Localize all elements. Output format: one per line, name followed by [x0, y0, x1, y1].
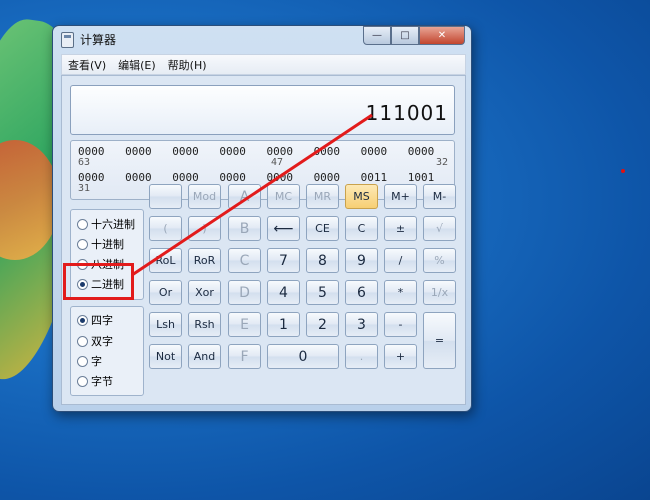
annotation-arrow: [131, 113, 373, 277]
annotation-line: [131, 113, 373, 277]
